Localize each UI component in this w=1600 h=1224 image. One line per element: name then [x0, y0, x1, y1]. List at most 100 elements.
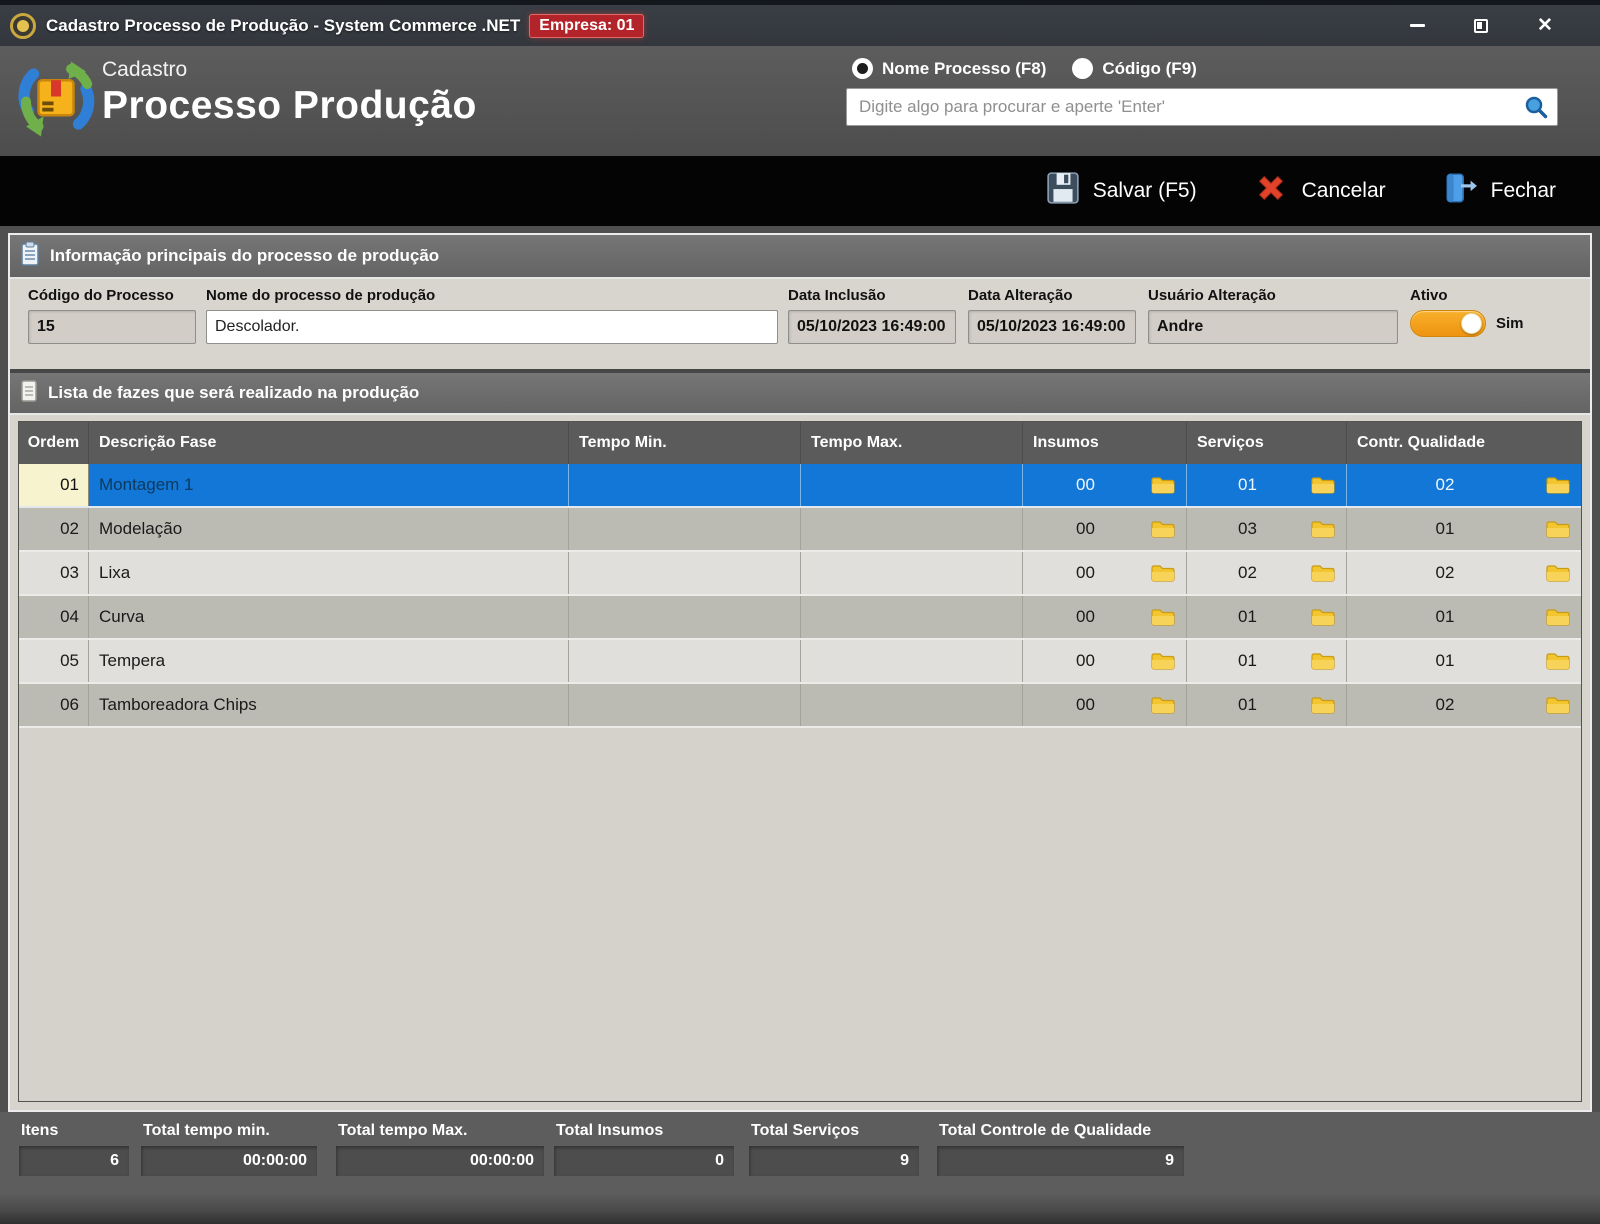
field-nome-processo: Nome do processo de produção	[206, 287, 778, 344]
cancel-button[interactable]: Cancelar	[1225, 156, 1414, 226]
folder-icon[interactable]	[1148, 608, 1178, 627]
table-row[interactable]: 01Montagem 1000102	[19, 464, 1581, 508]
window-controls: ✕	[1406, 15, 1600, 37]
totals-footer: Itens 6 Total tempo min. 00:00:00 Total …	[0, 1112, 1600, 1224]
stat-tempo-min-label: Total tempo min.	[143, 1122, 318, 1140]
folder-icon[interactable]	[1148, 476, 1178, 495]
search-mode-radios: Nome Processo (F8) Código (F9)	[852, 58, 1558, 79]
stat-controle-label: Total Controle de Qualidade	[939, 1122, 1185, 1140]
cell-insumos: 00	[1023, 640, 1187, 682]
phases-grid: Ordem Descrição Fase Tempo Min. Tempo Ma…	[18, 421, 1582, 1102]
field-data-inclusao: Data Inclusão 05/10/2023 16:49:00	[788, 287, 956, 344]
save-label: Salvar (F5)	[1093, 179, 1197, 203]
save-button[interactable]: Salvar (F5)	[1018, 156, 1225, 226]
cell-insumos: 00	[1023, 508, 1187, 550]
folder-icon[interactable]	[1308, 476, 1338, 495]
folder-icon[interactable]	[1543, 564, 1573, 583]
cell-ordem: 03	[19, 552, 89, 594]
folder-icon[interactable]	[1308, 564, 1338, 583]
cell-ordem: 02	[19, 508, 89, 550]
titlebar: Cadastro Processo de Produção - System C…	[0, 0, 1600, 46]
brand-subtitle: Cadastro	[102, 58, 477, 82]
cell-tempo-min	[569, 552, 801, 594]
table-row[interactable]: 02Modelação000301	[19, 508, 1581, 552]
codigo-label: Código do Processo	[28, 287, 196, 304]
field-data-alteracao: Data Alteração 05/10/2023 16:49:00	[968, 287, 1136, 344]
stat-total-controle-qualidade: Total Controle de Qualidade 9	[936, 1122, 1185, 1177]
stat-total-servicos: Total Serviços 9	[748, 1122, 920, 1177]
ativo-label: Ativo	[1410, 287, 1524, 304]
grid-empty-area	[19, 728, 1581, 1101]
info-fields: Código do Processo 15 Nome do processo d…	[10, 279, 1590, 369]
cell-contr-qualidade: 02	[1347, 684, 1581, 726]
folder-icon[interactable]	[1308, 608, 1338, 627]
close-button[interactable]: Fechar	[1414, 156, 1584, 226]
folder-icon[interactable]	[1543, 652, 1573, 671]
table-row[interactable]: 03Lixa000202	[19, 552, 1581, 596]
radio-selected-icon[interactable]	[852, 58, 873, 79]
cell-tempo-min	[569, 684, 801, 726]
col-header-tempo-max: Tempo Max.	[801, 422, 1023, 464]
cell-descricao-fase: Lixa	[89, 552, 569, 594]
folder-icon[interactable]	[1543, 696, 1573, 715]
cell-tempo-min	[569, 596, 801, 638]
col-header-servicos: Serviços	[1187, 422, 1347, 464]
search-icon[interactable]	[1523, 94, 1549, 120]
folder-icon[interactable]	[1308, 696, 1338, 715]
search-input[interactable]	[859, 97, 1523, 117]
folder-icon[interactable]	[1543, 608, 1573, 627]
table-row[interactable]: 04Curva000101	[19, 596, 1581, 640]
list-icon	[20, 379, 38, 408]
exit-door-icon	[1442, 170, 1478, 212]
maximize-button[interactable]	[1470, 15, 1492, 37]
folder-icon[interactable]	[1148, 696, 1178, 715]
cell-descricao-fase: Montagem 1	[89, 464, 569, 506]
radio-nome-processo[interactable]: Nome Processo (F8)	[852, 58, 1046, 79]
cell-contr-qualidade: 01	[1347, 508, 1581, 550]
cell-servicos: 02	[1187, 552, 1347, 594]
data-inclusao-value: 05/10/2023 16:49:00	[788, 310, 956, 344]
col-header-ordem: Ordem	[19, 422, 89, 464]
cell-tempo-max	[801, 508, 1023, 550]
stat-total-insumos: Total Insumos 0	[553, 1122, 735, 1177]
folder-icon[interactable]	[1543, 476, 1573, 495]
cell-tempo-max	[801, 552, 1023, 594]
info-section-header: Informação principais do processo de pro…	[10, 235, 1590, 279]
field-ativo: Ativo Sim	[1410, 287, 1524, 337]
grid-rows: 01Montagem 100010202Modelação00030103Lix…	[19, 464, 1581, 728]
folder-icon[interactable]	[1308, 652, 1338, 671]
folder-icon[interactable]	[1308, 520, 1338, 539]
ativo-toggle[interactable]	[1410, 310, 1486, 337]
close-window-button[interactable]: ✕	[1534, 15, 1556, 37]
table-row[interactable]: 06Tamboreadora Chips000102	[19, 684, 1581, 728]
radio-codigo[interactable]: Código (F9)	[1072, 58, 1196, 79]
col-header-descricao-fase: Descrição Fase	[89, 422, 569, 464]
stat-tempo-max-value: 00:00:00	[335, 1145, 545, 1177]
cell-tempo-min	[569, 640, 801, 682]
cell-tempo-max	[801, 596, 1023, 638]
ativo-state: Sim	[1496, 315, 1524, 332]
stat-insumos-value: 0	[553, 1145, 735, 1177]
folder-icon[interactable]	[1148, 564, 1178, 583]
app-icon	[10, 13, 36, 39]
stat-total-tempo-max: Total tempo Max. 00:00:00	[335, 1122, 545, 1177]
table-row[interactable]: 05Tempera000101	[19, 640, 1581, 684]
table-header: Ordem Descrição Fase Tempo Min. Tempo Ma…	[19, 422, 1581, 464]
folder-icon[interactable]	[1148, 652, 1178, 671]
cell-servicos: 01	[1187, 640, 1347, 682]
stat-total-tempo-min: Total tempo min. 00:00:00	[140, 1122, 318, 1177]
minimize-button[interactable]	[1406, 15, 1428, 37]
folder-icon[interactable]	[1543, 520, 1573, 539]
cell-servicos: 01	[1187, 464, 1347, 506]
cell-servicos: 01	[1187, 596, 1347, 638]
cell-servicos: 01	[1187, 684, 1347, 726]
cell-ordem: 01	[19, 464, 89, 506]
nome-processo-input[interactable]	[215, 318, 769, 336]
folder-icon[interactable]	[1148, 520, 1178, 539]
cell-contr-qualidade: 01	[1347, 640, 1581, 682]
app-window: Cadastro Processo de Produção - System C…	[0, 0, 1600, 1224]
radio-unselected-icon[interactable]	[1072, 58, 1093, 79]
cell-contr-qualidade: 02	[1347, 552, 1581, 594]
stat-tempo-min-value: 00:00:00	[140, 1145, 318, 1177]
save-icon	[1046, 171, 1080, 211]
